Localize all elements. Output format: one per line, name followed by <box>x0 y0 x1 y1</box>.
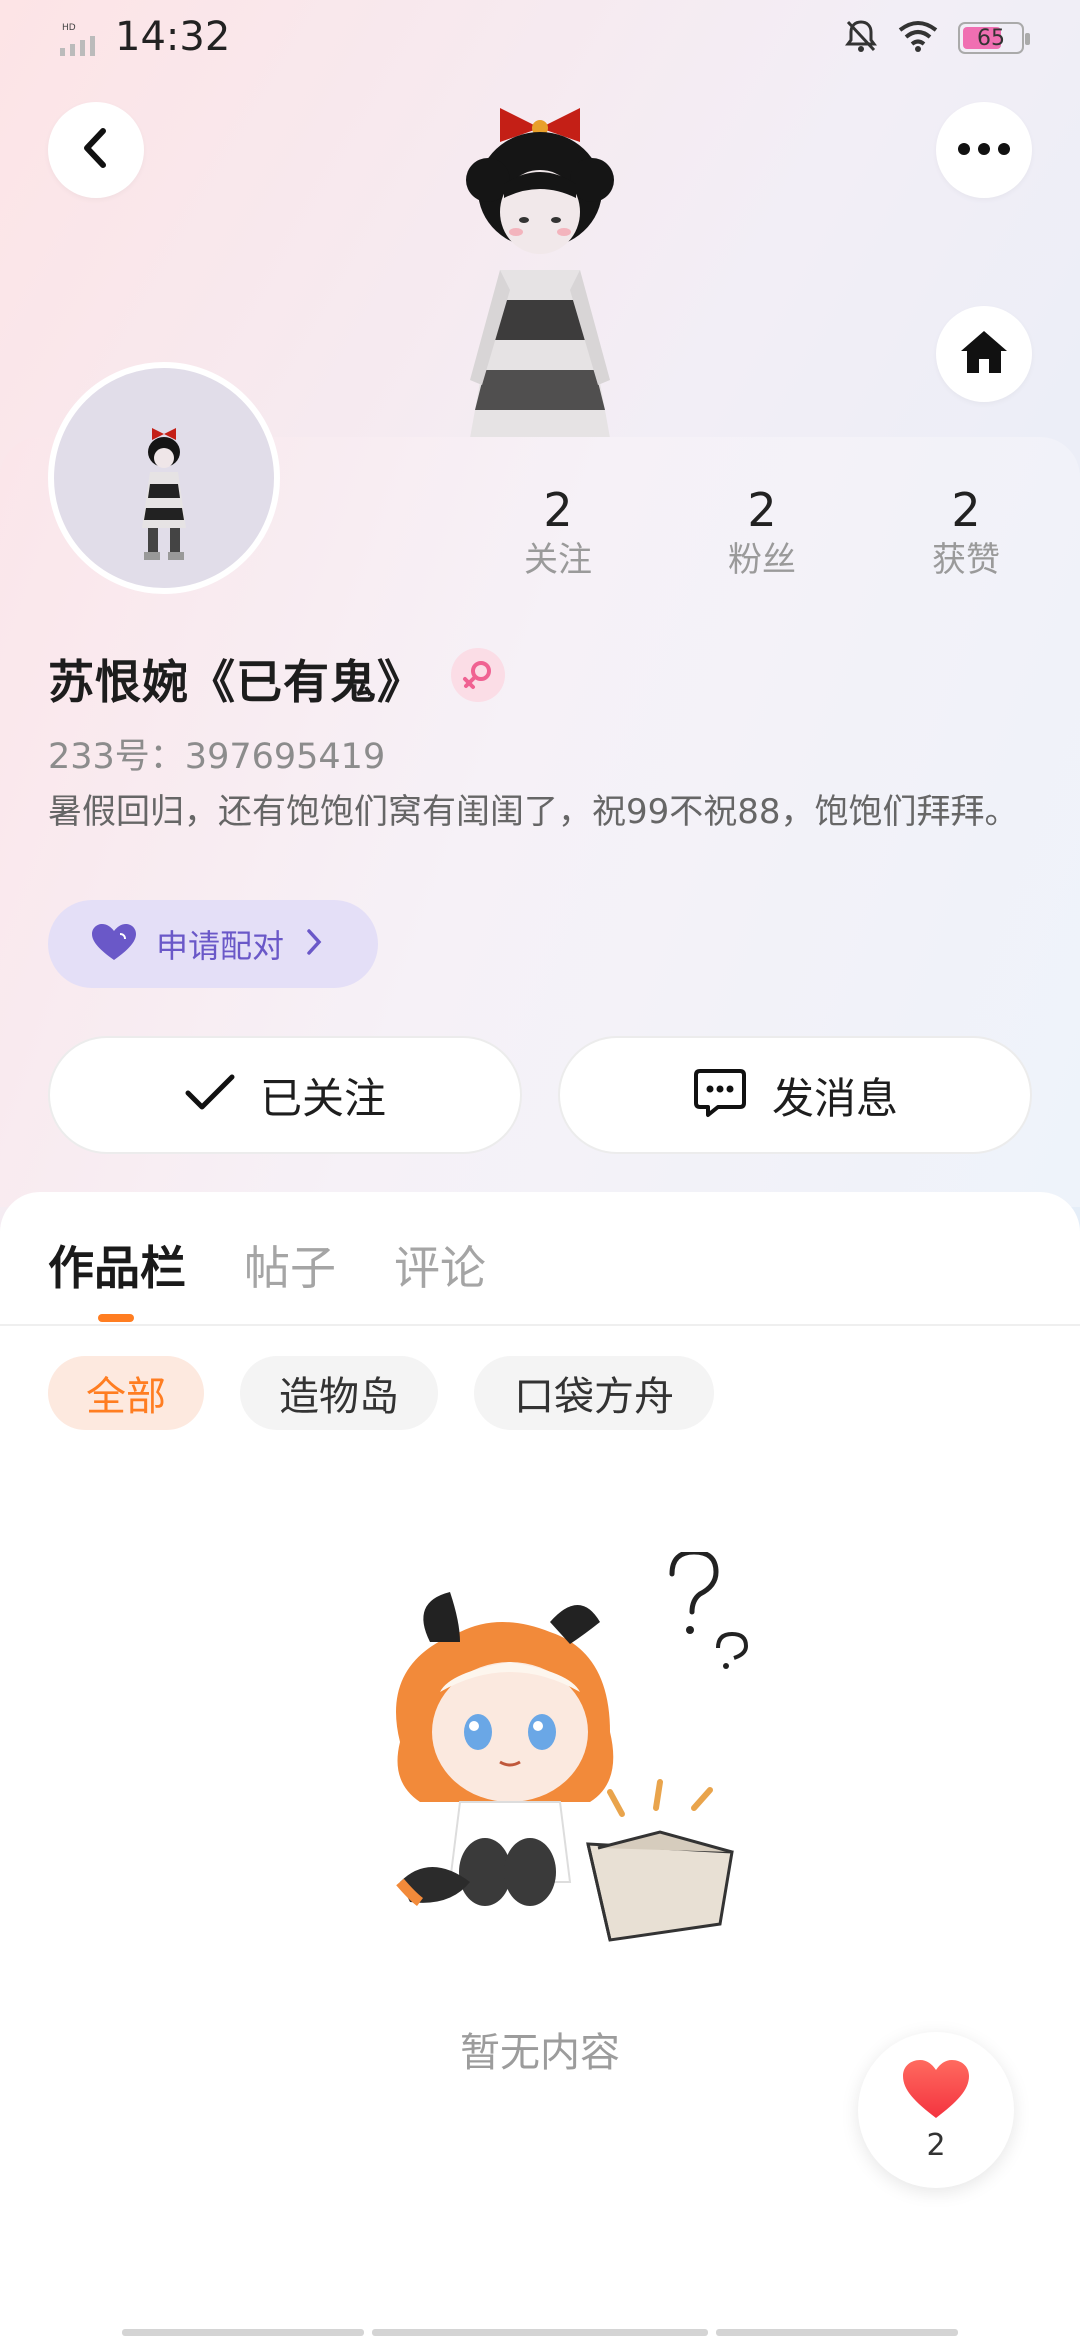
battery-indicator: 65 <box>958 22 1030 54</box>
tab-bar: 作品栏 帖子 评论 <box>0 1192 1080 1326</box>
chevron-left-icon <box>79 127 113 173</box>
stat-following[interactable]: 2 关注 <box>488 482 628 582</box>
svg-text:HD: HD <box>62 23 76 33</box>
female-gender-icon <box>451 648 505 702</box>
home-indicator <box>0 2329 1080 2340</box>
checkmark-icon <box>184 1073 236 1117</box>
following-label: 关注 <box>524 540 592 580</box>
filter-chip-creation-island[interactable]: 造物岛 <box>240 1356 438 1430</box>
chat-bubble-icon <box>692 1067 748 1123</box>
tab-posts[interactable]: 帖子 <box>244 1232 336 1298</box>
tab-comments[interactable]: 评论 <box>394 1232 486 1298</box>
character-model-image <box>440 80 640 438</box>
home-icon <box>959 329 1009 379</box>
battery-level: 65 <box>977 25 1005 51</box>
floating-like-button[interactable]: 2 <box>858 2032 1014 2188</box>
send-message-button[interactable]: 发消息 <box>558 1036 1032 1154</box>
send-message-label: 发消息 <box>771 1073 898 1123</box>
like-count: 2 <box>926 2127 946 2163</box>
mute-bell-icon <box>844 18 878 58</box>
home-button[interactable] <box>936 306 1032 402</box>
likes-label: 获赞 <box>932 540 1000 580</box>
fans-label: 粉丝 <box>728 540 796 580</box>
apply-pair-label: 申请配对 <box>156 927 285 965</box>
wifi-icon <box>898 20 938 56</box>
back-button[interactable] <box>48 102 144 198</box>
followed-label: 已关注 <box>259 1073 386 1123</box>
username: 苏恨婉《已有鬼》 <box>48 655 424 709</box>
empty-state-illustration <box>360 1549 760 1952</box>
clock: 14:32 <box>115 14 231 60</box>
bio: 暑假回归，还有饱饱们窝有闺闺了，祝99不祝88，饱饱们拜拜。 <box>48 792 1019 832</box>
user-id: 233号：397695419 <box>48 737 386 777</box>
more-dots-icon <box>957 141 1011 160</box>
filter-chip-all[interactable]: 全部 <box>48 1356 204 1430</box>
tab-works[interactable]: 作品栏 <box>48 1232 186 1298</box>
likes-count: 2 <box>951 483 981 537</box>
active-tab-indicator <box>98 1314 134 1322</box>
filter-chip-pocket-ark[interactable]: 口袋方舟 <box>474 1356 714 1430</box>
following-count: 2 <box>543 483 573 537</box>
heart-icon <box>901 2058 971 2124</box>
apply-pair-button[interactable]: 申请配对 <box>48 900 378 988</box>
avatar[interactable] <box>48 362 280 594</box>
signal-icon: HD <box>58 20 108 64</box>
heart-icon <box>90 922 138 966</box>
status-bar: HD 14:32 65 <box>0 0 1080 90</box>
fans-count: 2 <box>747 483 777 537</box>
content-area: 作品栏 帖子 评论 全部 造物岛 口袋方舟 暂无内容 2 <box>0 1192 1080 2340</box>
followed-button[interactable]: 已关注 <box>48 1036 522 1154</box>
more-options-button[interactable] <box>936 102 1032 198</box>
chevron-right-icon <box>306 928 322 960</box>
stat-likes[interactable]: 2 获赞 <box>896 482 1036 582</box>
stat-fans[interactable]: 2 粉丝 <box>692 482 832 582</box>
